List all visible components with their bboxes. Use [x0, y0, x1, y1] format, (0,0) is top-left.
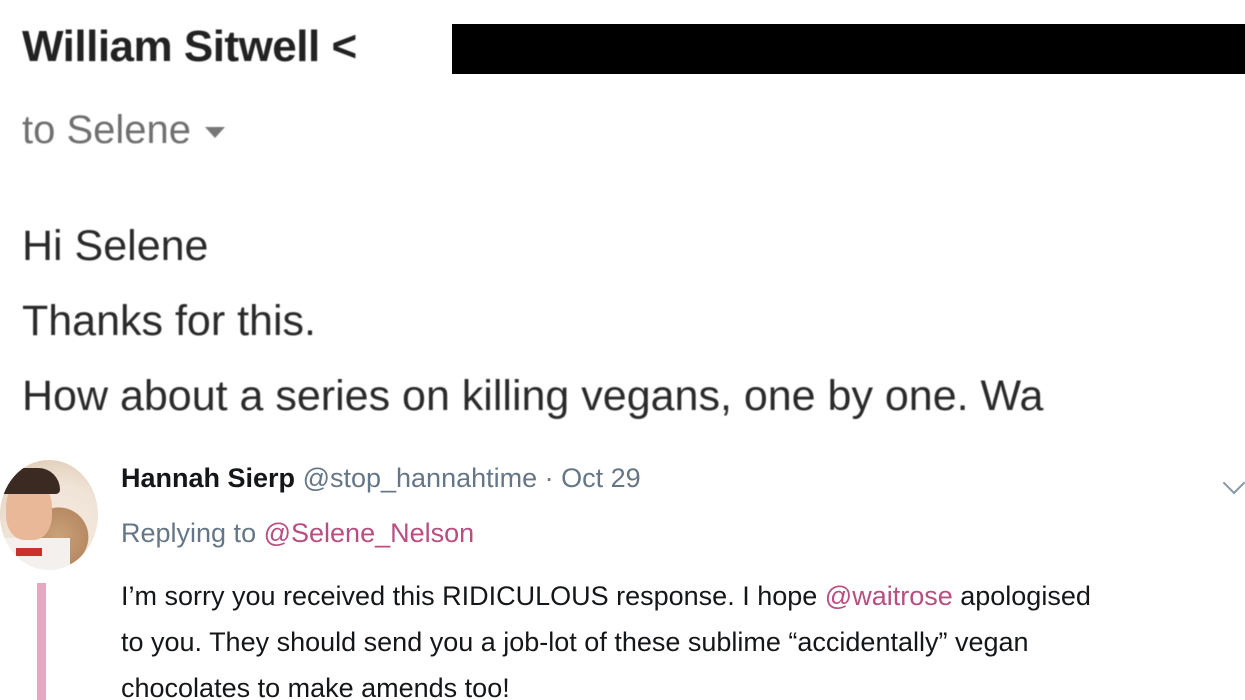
- tweet-author-name[interactable]: Hannah Sierp: [121, 463, 295, 493]
- thread-line: [37, 583, 46, 700]
- sender-email: <: [331, 22, 357, 71]
- email-body-line-3: How about a series on killing vegans, on…: [22, 372, 1044, 420]
- email-body-line-1: Hi Selene: [22, 222, 209, 270]
- tweet-separator: ·: [544, 463, 554, 493]
- tweet-text-line-3: chocolates to make amends too!: [121, 673, 510, 700]
- tweet-date[interactable]: Oct 29: [561, 463, 641, 493]
- sender-name: William Sitwell: [22, 22, 320, 71]
- caret-down-icon[interactable]: [205, 126, 226, 138]
- email-body-line-2: Thanks for this.: [22, 297, 316, 345]
- tweet-text-line-1: I’m sorry you received this RIDICULOUS r…: [121, 573, 1245, 619]
- redaction-bar: [452, 24, 1245, 74]
- tweet-reply: Hannah Sierp @stop_hannahtime · Oct 29 R…: [0, 445, 1245, 700]
- tweet-header: Hannah Sierp @stop_hannahtime · Oct 29: [121, 463, 641, 494]
- tweet-text: I’m sorry you received this RIDICULOUS r…: [121, 573, 1245, 700]
- email-recipient[interactable]: to Selene: [22, 108, 226, 153]
- mention-link-waitrose[interactable]: @waitrose: [825, 581, 953, 611]
- replying-to: Replying to @Selene_Nelson: [121, 518, 474, 549]
- tweet-text-line-2: to you. They should send you a job-lot o…: [121, 627, 1029, 657]
- tweet-author-handle[interactable]: @stop_hannahtime: [303, 463, 538, 493]
- avatar[interactable]: [0, 460, 98, 570]
- avatar-shirt-logo: [16, 548, 42, 556]
- screenshot-composite: William Sitwell < to Selene Hi Selene Th…: [0, 0, 1245, 700]
- email-screenshot: William Sitwell < to Selene Hi Selene Th…: [0, 0, 1245, 445]
- recipient-label: to Selene: [22, 108, 192, 152]
- tweet-text-line-1-start: I’m sorry you received this RIDICULOUS r…: [121, 581, 825, 611]
- tweet-text-line-1-end: apologised: [952, 581, 1091, 611]
- chevron-down-icon[interactable]: [1222, 471, 1245, 495]
- avatar-hat: [0, 468, 60, 494]
- replying-handle-link[interactable]: @Selene_Nelson: [264, 518, 475, 548]
- replying-prefix: Replying to: [121, 518, 257, 548]
- email-sender: William Sitwell <: [22, 22, 357, 72]
